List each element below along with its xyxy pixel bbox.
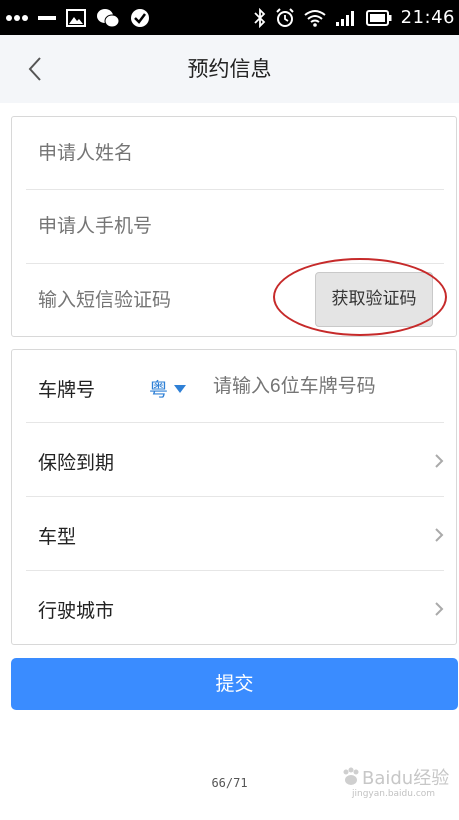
- status-time: 21:46: [400, 7, 455, 28]
- driving-city-row[interactable]: 行驶城市: [12, 571, 456, 645]
- car-model-row[interactable]: 车型: [12, 497, 456, 571]
- battery-icon: [365, 9, 392, 26]
- plate-row: 车牌号 粤: [12, 350, 456, 423]
- name-row: [12, 117, 456, 190]
- alarm-icon: [275, 7, 294, 27]
- check-circle-icon: [131, 8, 149, 27]
- sms-code-input[interactable]: [38, 286, 268, 316]
- wifi-icon: [304, 9, 326, 27]
- status-left-icons: [6, 0, 150, 35]
- submit-button[interactable]: 提交: [11, 658, 458, 710]
- status-right-icons: 21:46: [253, 0, 455, 35]
- wechat-icon: [97, 8, 120, 27]
- car-model-label: 车型: [38, 526, 77, 548]
- watermark-text: Baidu经验: [362, 768, 450, 789]
- caret-down-icon: [174, 384, 187, 393]
- minus-icon: [38, 15, 56, 20]
- applicant-phone-input[interactable]: [38, 212, 418, 242]
- dots-icon: [6, 14, 28, 21]
- get-code-button[interactable]: 获取验证码: [315, 272, 433, 327]
- status-bar: 21:46: [0, 0, 459, 35]
- province-selector[interactable]: 粤: [149, 375, 187, 402]
- insurance-expiry-label: 保险到期: [38, 452, 115, 474]
- province-value: 粤: [149, 379, 169, 401]
- insurance-expiry-row[interactable]: 保险到期: [12, 423, 456, 497]
- chevron-right-icon: [435, 602, 444, 616]
- chevron-right-icon: [435, 528, 444, 542]
- bluetooth-icon: [253, 7, 265, 28]
- driving-city-label: 行驶城市: [38, 600, 115, 622]
- paw-icon: [343, 767, 359, 785]
- baidu-watermark: Baidu经验 jingyan.baidu.com: [340, 764, 452, 806]
- vehicle-form-card: 车牌号 粤 保险到期 车型 行驶城市: [11, 349, 457, 645]
- page-title: 预约信息: [187, 57, 272, 81]
- signal-icon: [335, 10, 354, 26]
- image-icon: [66, 8, 86, 27]
- applicant-name-input[interactable]: [38, 139, 418, 169]
- phone-row: [12, 190, 456, 264]
- watermark-sub: jingyan.baidu.com: [352, 789, 436, 799]
- applicant-form-card: 获取验证码: [11, 116, 457, 337]
- app-header: 预约信息: [0, 35, 459, 103]
- plate-number-input[interactable]: [213, 372, 433, 402]
- chevron-right-icon: [435, 454, 444, 468]
- plate-label: 车牌号: [38, 379, 96, 401]
